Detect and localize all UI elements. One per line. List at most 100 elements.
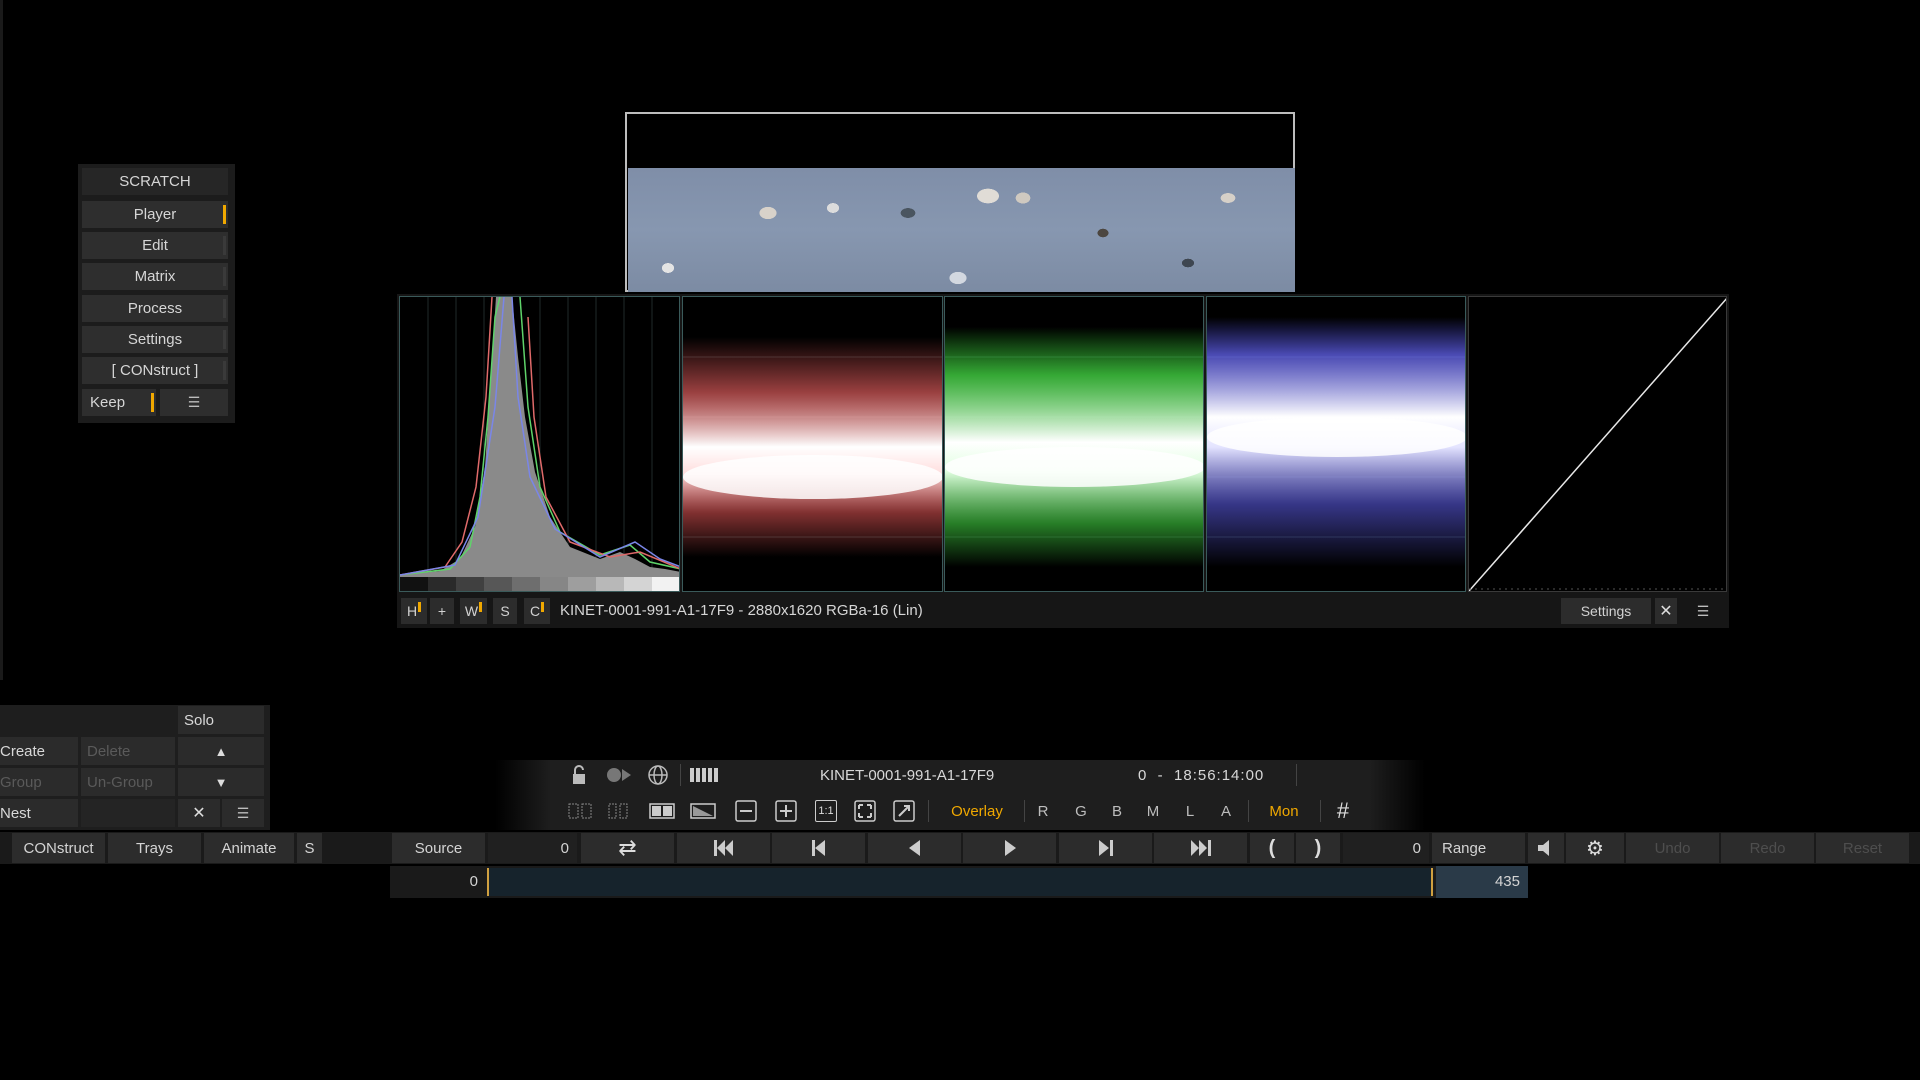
wipe-view-icon[interactable] xyxy=(688,798,718,824)
lock-icon[interactable] xyxy=(566,762,592,788)
scope-toggle-s[interactable]: S xyxy=(493,598,517,624)
zoom-one-to-one-button[interactable]: 1:1 xyxy=(812,798,840,824)
timeline-scrubber[interactable] xyxy=(487,868,1433,896)
channel-m-toggle[interactable]: M xyxy=(1140,798,1166,824)
toggle-indicator xyxy=(541,602,545,612)
separator xyxy=(1296,764,1297,786)
monitor-toggle[interactable]: Mon xyxy=(1254,798,1314,824)
menu-item-player[interactable]: Player xyxy=(82,201,228,228)
construct-button[interactable]: CONstruct xyxy=(12,833,105,863)
gear-icon: ⚙ xyxy=(1586,837,1604,860)
close-icon: ✕ xyxy=(1659,603,1673,620)
fit-view-icon[interactable] xyxy=(851,798,879,824)
speaker-icon xyxy=(1538,840,1549,856)
audio-button[interactable] xyxy=(1528,833,1564,863)
bracket-right-icon: ) xyxy=(1314,836,1322,859)
source-button[interactable]: Source xyxy=(392,833,485,863)
scope-menu-button[interactable]: ☰ xyxy=(1683,598,1723,624)
indicator xyxy=(223,236,226,255)
scope-clip-info: KINET-0001-991-A1-17F9 - 2880x1620 RGBa-… xyxy=(560,602,923,619)
channel-a-toggle[interactable]: A xyxy=(1213,798,1239,824)
group-button[interactable]: Group xyxy=(0,768,78,796)
create-button[interactable]: Create xyxy=(0,737,78,765)
play-icon xyxy=(1004,840,1016,856)
animate-button[interactable]: Animate xyxy=(204,833,294,863)
record-play-icon[interactable] xyxy=(604,762,634,788)
left-close-button[interactable]: ✕ xyxy=(178,799,220,827)
channel-l-toggle[interactable]: L xyxy=(1177,798,1203,824)
toggle-indicator xyxy=(418,602,422,612)
overlay-toggle[interactable]: Overlay xyxy=(944,798,1010,824)
menu-item-settings[interactable]: Settings xyxy=(82,326,228,353)
go-to-end-button[interactable] xyxy=(1154,833,1247,863)
one-to-one-icon: 1:1 xyxy=(815,800,837,822)
menu-item-process[interactable]: Process xyxy=(82,295,228,322)
transport-timecode: 0 - 18:56:14:00 xyxy=(1138,767,1265,784)
mark-out-button[interactable]: ) xyxy=(1296,833,1340,863)
scope-toggle-h[interactable]: H xyxy=(401,598,427,624)
channel-g-toggle[interactable]: G xyxy=(1068,798,1094,824)
play-reverse-button[interactable] xyxy=(868,833,961,863)
reset-button[interactable]: Reset xyxy=(1816,833,1909,863)
range-frame-field[interactable]: 0 xyxy=(1343,833,1429,863)
channel-r-toggle[interactable]: R xyxy=(1030,798,1056,824)
menu-item-construct[interactable]: [ CONstruct ] xyxy=(82,357,228,384)
channel-b-toggle[interactable]: B xyxy=(1104,798,1130,824)
trays-button[interactable]: Trays xyxy=(108,833,201,863)
move-up-button[interactable]: ▲ xyxy=(178,737,264,765)
delete-button[interactable]: Delete xyxy=(81,737,175,765)
scope-settings-button[interactable]: Settings xyxy=(1561,598,1651,624)
grid-icon[interactable]: # xyxy=(1328,798,1358,824)
s-button[interactable]: S xyxy=(297,833,322,863)
previous-edit-button[interactable] xyxy=(772,833,865,863)
scope-toggle-w[interactable]: W xyxy=(460,598,487,624)
go-to-start-button[interactable] xyxy=(677,833,770,863)
indicator xyxy=(223,330,226,349)
settings-button[interactable]: ⚙ xyxy=(1566,833,1624,863)
source-frame-field[interactable]: 0 xyxy=(488,833,577,863)
zoom-in-icon[interactable] xyxy=(772,798,800,824)
step-forward-icon xyxy=(1098,840,1113,856)
globe-icon[interactable] xyxy=(644,762,672,788)
filmstrip-icon[interactable] xyxy=(688,762,720,788)
play-reverse-icon xyxy=(908,840,920,856)
play-button[interactable] xyxy=(963,833,1056,863)
viewer-image xyxy=(628,168,1295,292)
left-menu-button[interactable]: ☰ xyxy=(222,799,264,827)
toggle-indicator xyxy=(479,602,483,612)
move-down-button[interactable]: ▼ xyxy=(178,768,264,796)
separator xyxy=(1320,800,1321,822)
zoom-out-icon[interactable] xyxy=(732,798,760,824)
ungroup-button[interactable]: Un-Group xyxy=(81,768,175,796)
menu-item-edit[interactable]: Edit xyxy=(82,232,228,259)
solo-button[interactable]: Solo xyxy=(178,706,264,734)
scope-toggle-plus[interactable]: + xyxy=(430,598,454,624)
swap-arrows-icon: ⇄ xyxy=(618,835,637,860)
undo-button[interactable]: Undo xyxy=(1626,833,1719,863)
compare-view-icon[interactable] xyxy=(604,798,632,824)
keep-toggle[interactable]: Keep xyxy=(82,389,156,416)
scope-toggle-c[interactable]: C xyxy=(524,598,550,624)
menu-options-button[interactable]: ☰ xyxy=(160,389,228,416)
menu-item-matrix[interactable]: Matrix xyxy=(82,263,228,290)
triangle-up-icon: ▲ xyxy=(214,743,228,759)
swap-button[interactable]: ⇄ xyxy=(581,833,674,863)
separator xyxy=(1024,800,1025,822)
waveform-blue-scope xyxy=(1206,296,1466,592)
step-back-icon xyxy=(811,840,825,856)
close-icon: ✕ xyxy=(192,805,206,822)
nest-button[interactable]: Nest xyxy=(0,799,78,827)
skip-start-icon xyxy=(713,840,733,856)
range-button[interactable]: Range xyxy=(1432,833,1525,863)
side-by-side-icon[interactable] xyxy=(647,798,677,824)
separator xyxy=(928,800,929,822)
redo-button[interactable]: Redo xyxy=(1721,833,1814,863)
scope-close-button[interactable]: ✕ xyxy=(1655,598,1677,624)
indicator xyxy=(223,299,226,318)
mark-in-button[interactable]: ( xyxy=(1250,833,1294,863)
nest-field[interactable] xyxy=(81,799,175,827)
next-edit-button[interactable] xyxy=(1059,833,1152,863)
split-view-icon[interactable] xyxy=(566,798,594,824)
fullscreen-icon[interactable] xyxy=(890,798,918,824)
active-indicator xyxy=(223,205,226,224)
